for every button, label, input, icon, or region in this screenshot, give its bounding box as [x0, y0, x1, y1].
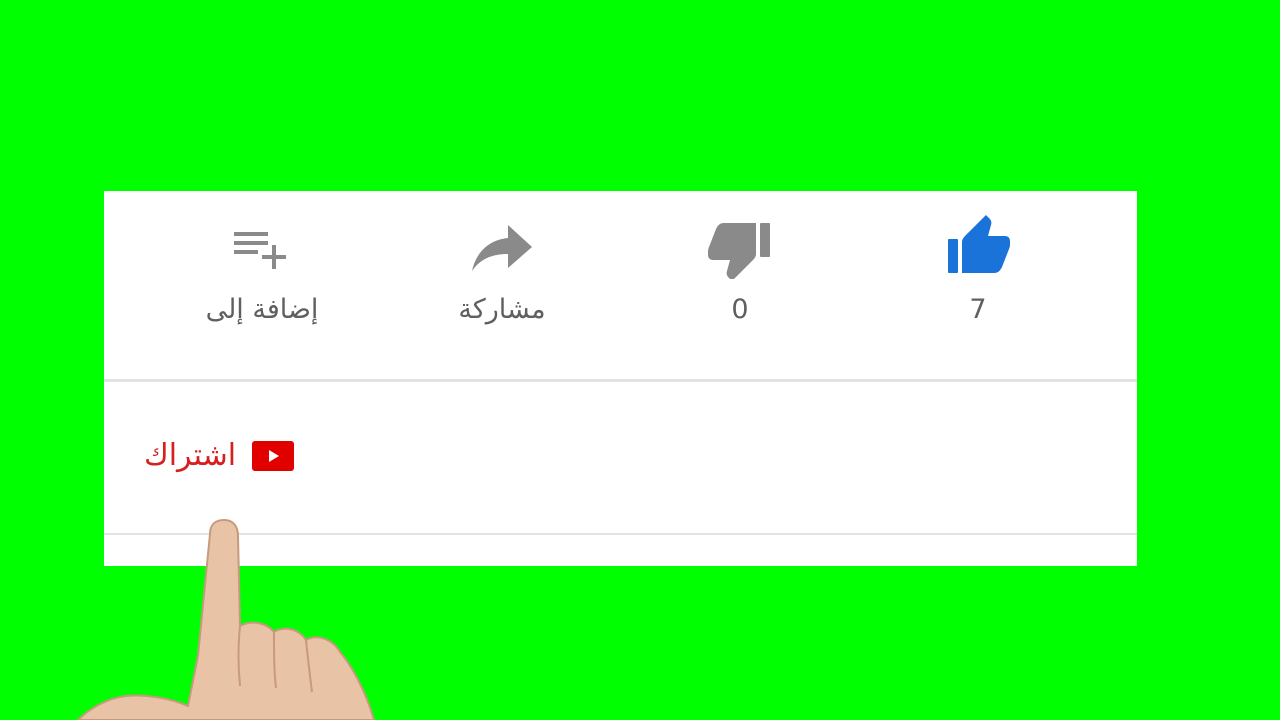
thumbs-down-icon	[708, 223, 770, 279]
action-bar: إضافة إلى مشاركة 0 7	[104, 191, 1137, 379]
divider	[104, 379, 1137, 382]
subscribe-label: اشتراك	[144, 438, 237, 473]
dislike-count: 0	[731, 294, 749, 325]
pointing-hand-icon	[76, 518, 376, 720]
youtube-logo-icon	[252, 441, 295, 471]
playlist-add-icon	[234, 232, 286, 269]
like-count: 7	[969, 294, 987, 325]
add-to-playlist-button[interactable]: إضافة إلى	[192, 215, 332, 345]
like-button[interactable]: 7	[908, 215, 1048, 345]
video-actions-panel: إضافة إلى مشاركة 0 7 اشتراك	[104, 191, 1137, 566]
subscribe-button[interactable]: اشتراك	[144, 431, 295, 481]
thumbs-up-icon	[948, 215, 1010, 273]
add-to-label: إضافة إلى	[205, 294, 319, 325]
share-button[interactable]: مشاركة	[432, 215, 572, 345]
green-screen-stage: إضافة إلى مشاركة 0 7 اشتراك	[0, 0, 1280, 720]
share-label: مشاركة	[458, 294, 546, 325]
share-arrow-icon	[472, 225, 532, 271]
dislike-button[interactable]: 0	[670, 215, 810, 345]
